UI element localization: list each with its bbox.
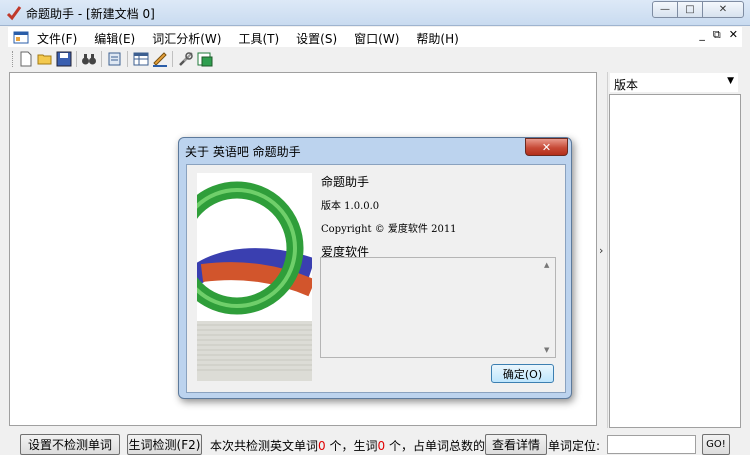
word-locate-label: 单词定位: [548,439,601,453]
toolbar-separator [172,51,173,67]
dialog-body: 命题助手 版本 1.0.0.0 Copyright © 爱度软件 2011 爱度… [186,164,566,393]
toolbar-separator [76,51,77,67]
go-button[interactable]: GO! [702,434,730,455]
window-title: 命题助手 - [新建文档 0] [26,7,155,21]
detect-new-words-button[interactable]: 生词检测(F2) [127,434,202,455]
close-button[interactable]: ✕ [702,1,744,18]
menu-items: 文件(F) 编辑(E) 词汇分析(W) 工具(T) 设置(S) 窗口(W) 帮助… [37,30,476,47]
save-disk-icon[interactable] [56,51,72,67]
menu-settings[interactable]: 设置(S) [296,30,337,47]
detection-status: 本次共检测英文单词0 个，生词0 个，占单词总数的0%。 [210,437,517,454]
about-dialog: 关于 英语吧 命题助手 ✕ 命题助手 版本 1.0.0.0 Copyright … [178,137,572,399]
collapse-arrow-icon[interactable]: › [599,244,603,257]
product-logo-image [197,173,312,381]
menu-file[interactable]: 文件(F) [37,30,77,47]
dropdown-arrow-icon: ▼ [727,76,734,86]
menu-word-analysis[interactable]: 词汇分析(W) [152,30,221,47]
product-version: 版本 1.0.0.0 [321,201,380,212]
bottom-bar: 设置不检测单词 生词检测(F2) 本次共检测英文单词0 个，生词0 个，占单词总… [0,430,750,455]
dialog-title: 关于 英语吧 命题助手 [185,145,301,159]
menu-window[interactable]: 窗口(W) [354,30,399,47]
version-dropdown-label: 版本 [614,78,639,92]
dialog-close-button[interactable]: ✕ [525,138,568,156]
version-dropdown[interactable]: 版本 ▼ [610,73,738,92]
open-folder-icon[interactable] [37,51,53,67]
menu-edit[interactable]: 编辑(E) [94,30,135,47]
status-mid1: 个，生词 [325,439,378,453]
toolbar-separator [101,51,102,67]
app-check-icon [6,6,22,21]
minimize-button[interactable]: — [652,1,678,18]
toolbar-grip[interactable] [12,51,15,67]
version-list[interactable] [609,94,741,428]
caption-buttons: — □ ✕ [652,1,744,18]
spreadsheet-icon[interactable] [197,51,213,67]
panel-splitter[interactable] [607,72,608,428]
scroll-up-icon[interactable]: ▲ [544,261,549,269]
find-binoculars-icon[interactable] [81,51,97,67]
mdi-restore-button[interactable]: ⧉ [713,28,721,42]
document-window-icon[interactable] [13,29,29,45]
ok-button[interactable]: 确定(O) [491,364,554,383]
view-details-button[interactable]: 查看详情 [485,434,547,455]
description-scrollbar[interactable]: ▲ ▼ [540,258,555,357]
window-title-bar: 命题助手 - [新建文档 0] — □ ✕ [0,0,750,26]
new-word-count: 0 [377,439,386,453]
mdi-close-button[interactable]: ✕ [729,28,738,42]
mdi-controls: _ ⧉ ✕ [699,28,738,42]
right-panel: › 版本 ▼ [598,72,746,428]
status-mid2: 个，占单词总数的 [385,439,485,453]
table-grid-icon[interactable] [133,51,149,67]
maximize-button[interactable]: □ [677,1,703,18]
check-pen-icon[interactable] [152,51,168,67]
tools-icon[interactable] [178,51,194,67]
scroll-down-icon[interactable]: ▼ [544,346,549,354]
status-prefix: 本次共检测英文单词 [210,439,319,453]
toolbar [8,48,742,70]
menu-bar: 文件(F) 编辑(E) 词汇分析(W) 工具(T) 设置(S) 窗口(W) 帮助… [8,27,742,47]
total-word-count: 0 [318,439,326,453]
toolbar-separator [127,51,128,67]
description-box[interactable]: ▲ ▼ [320,257,556,358]
product-name: 命题助手 [321,175,370,189]
menu-help[interactable]: 帮助(H) [416,30,458,47]
word-locate-input[interactable] [607,435,696,454]
mdi-minimize-button[interactable]: _ [699,28,705,42]
menu-tools[interactable]: 工具(T) [238,30,279,47]
new-file-icon[interactable] [18,51,34,67]
ignore-words-button[interactable]: 设置不检测单词 [20,434,120,455]
product-copyright: Copyright © 爱度软件 2011 [321,224,457,235]
edit-document-icon[interactable] [107,51,123,67]
